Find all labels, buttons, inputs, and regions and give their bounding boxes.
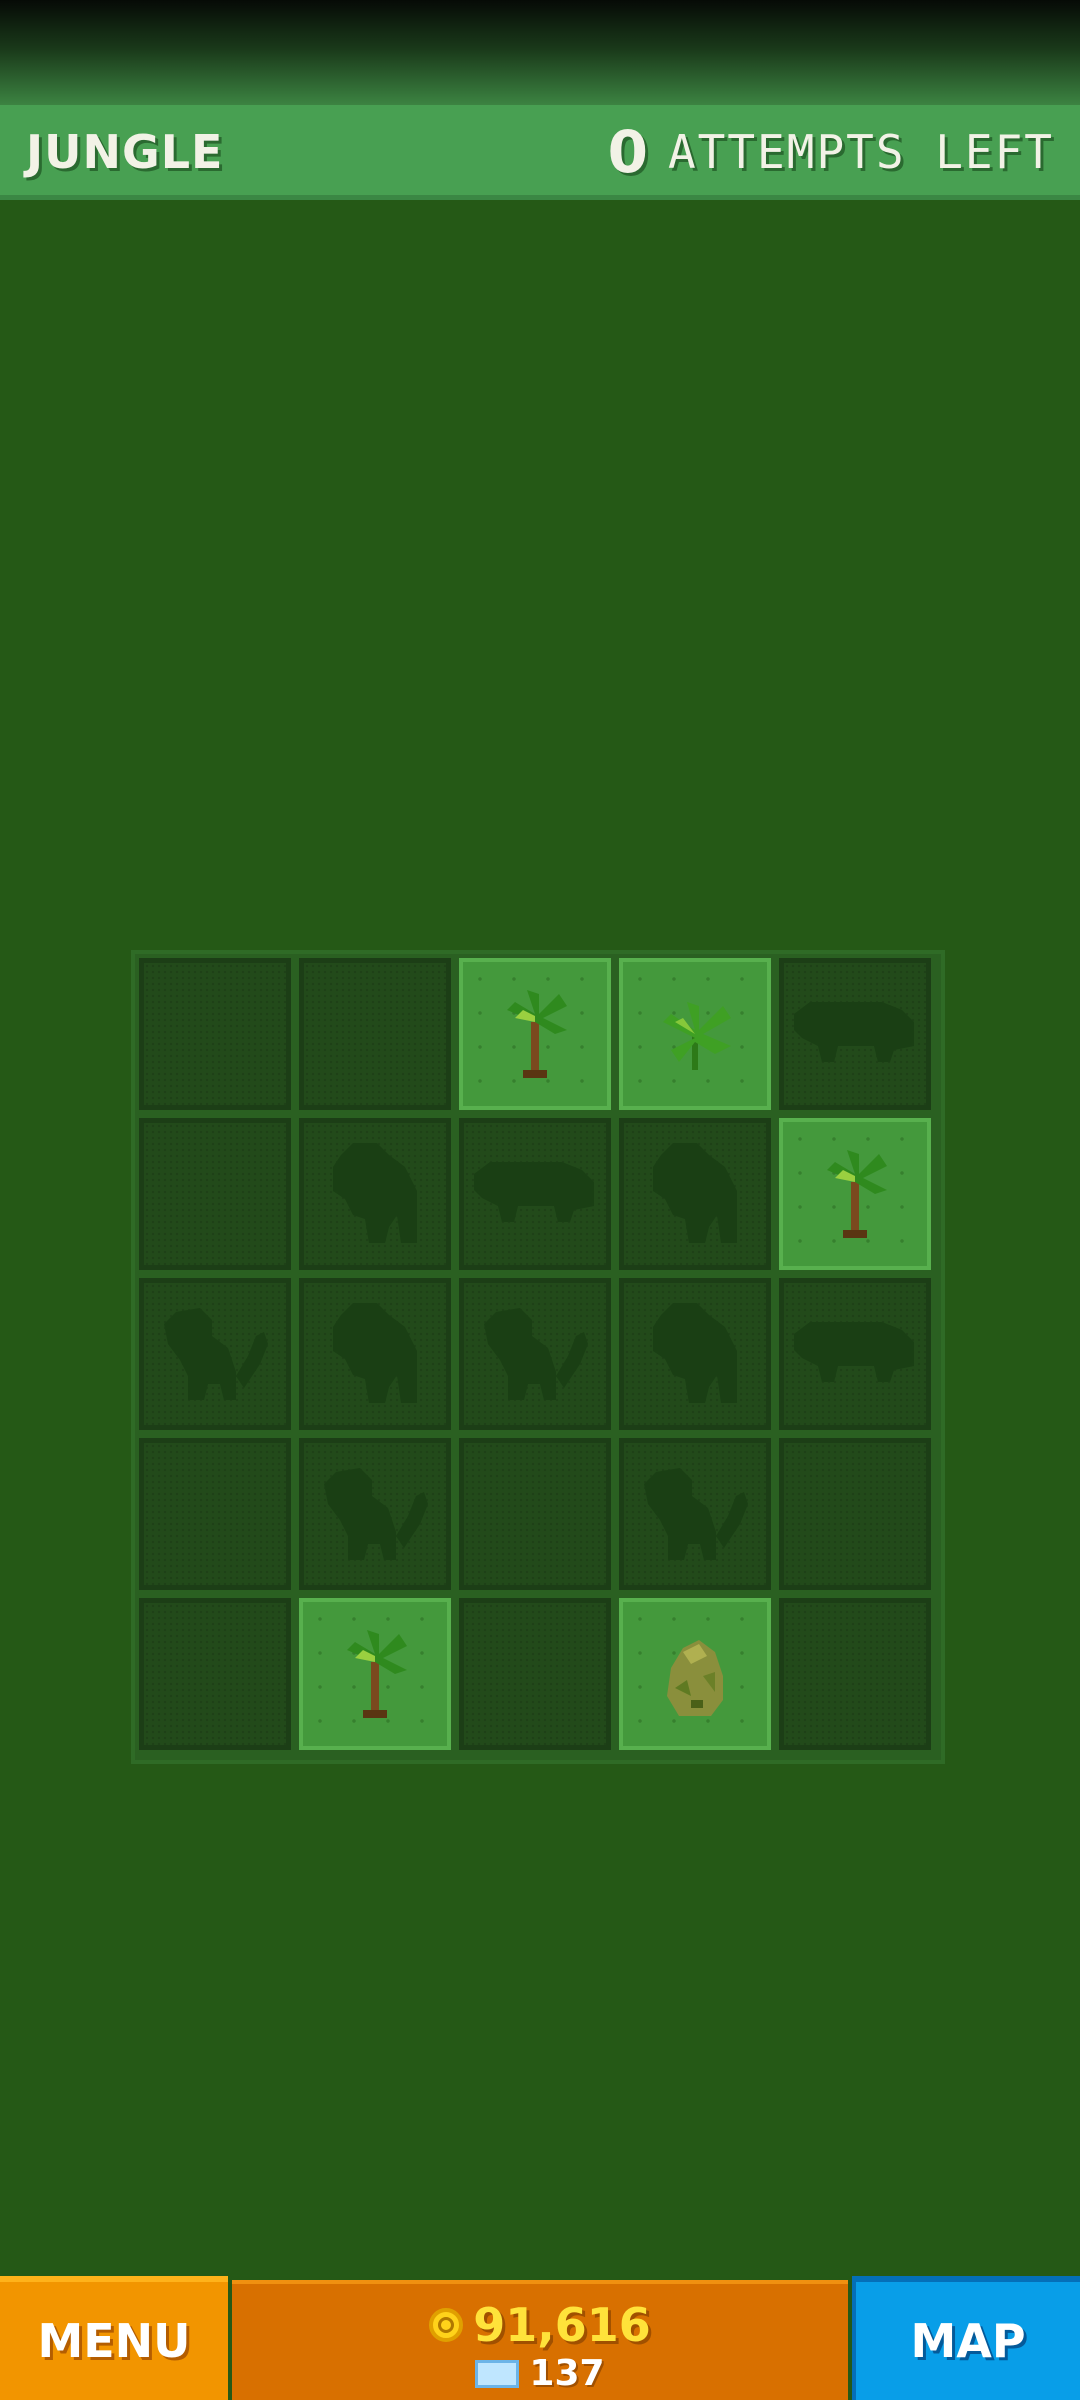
mossy-rock-icon <box>655 1628 735 1720</box>
board-tile[interactable] <box>459 1438 611 1590</box>
board-tile[interactable] <box>139 1118 291 1270</box>
gems-value: 137 <box>529 2353 605 2394</box>
board-tile[interactable] <box>619 1278 771 1430</box>
monkey-silhouette-icon <box>640 1464 750 1564</box>
board-tile[interactable] <box>779 1438 931 1590</box>
board-tile[interactable] <box>459 958 611 1110</box>
board-tile[interactable] <box>299 1278 451 1430</box>
gorilla-silhouette-icon <box>645 1139 745 1249</box>
monkey-silhouette-icon <box>320 1464 430 1564</box>
hippo-silhouette-icon <box>790 994 920 1074</box>
board-tile[interactable] <box>139 958 291 1110</box>
menu-button[interactable]: MENU <box>0 2276 228 2400</box>
gorilla-silhouette-icon <box>325 1299 425 1409</box>
level-name: JUNGLE <box>26 125 224 179</box>
gorilla-silhouette-icon <box>325 1139 425 1249</box>
status-bar <box>0 0 1080 110</box>
attempts-indicator: 0 ATTEMPTS LEFT <box>608 123 1054 181</box>
coins-row: 91,616 <box>232 2302 848 2348</box>
currency-panel: 91,616 137 <box>232 2280 848 2400</box>
attempts-label: ATTEMPTS LEFT <box>667 125 1054 179</box>
monkey-silhouette-icon <box>480 1304 590 1404</box>
board-tile[interactable] <box>619 1118 771 1270</box>
board-tile[interactable] <box>139 1438 291 1590</box>
board-tile[interactable] <box>299 1118 451 1270</box>
gem-icon <box>475 2360 520 2388</box>
palm-tree-icon <box>819 1146 891 1242</box>
board-tile[interactable] <box>619 1598 771 1750</box>
hippo-silhouette-icon <box>790 1314 920 1394</box>
board-tile[interactable] <box>779 1118 931 1270</box>
palm-tree-icon <box>499 986 571 1082</box>
board-tile[interactable] <box>619 958 771 1110</box>
board-tile[interactable] <box>459 1118 611 1270</box>
attempts-count: 0 <box>607 118 650 186</box>
board-tile[interactable] <box>459 1278 611 1430</box>
bottom-bar: MENU 91,616 137 MAP <box>0 2276 1080 2400</box>
board-tile[interactable] <box>619 1438 771 1590</box>
board-tile[interactable] <box>299 1438 451 1590</box>
board-tile[interactable] <box>779 958 931 1110</box>
board-tile[interactable] <box>779 1598 931 1750</box>
board-tile[interactable] <box>779 1278 931 1430</box>
palm-tree-icon <box>339 1626 411 1722</box>
board-tile[interactable] <box>299 1598 451 1750</box>
board-tile[interactable] <box>299 958 451 1110</box>
board-tile[interactable] <box>139 1278 291 1430</box>
gorilla-silhouette-icon <box>645 1299 745 1409</box>
gems-row: 137 <box>232 2356 848 2392</box>
top-bar: JUNGLE 0 ATTEMPTS LEFT <box>0 105 1080 200</box>
map-button[interactable]: MAP <box>852 2276 1080 2400</box>
board-tile[interactable] <box>139 1598 291 1750</box>
fern-icon <box>655 994 735 1074</box>
monkey-silhouette-icon <box>160 1304 270 1404</box>
coins-value: 91,616 <box>473 2298 651 2352</box>
board-tile[interactable] <box>459 1598 611 1750</box>
hippo-silhouette-icon <box>470 1154 600 1234</box>
game-board <box>131 950 945 1764</box>
coin-icon <box>429 2308 464 2342</box>
